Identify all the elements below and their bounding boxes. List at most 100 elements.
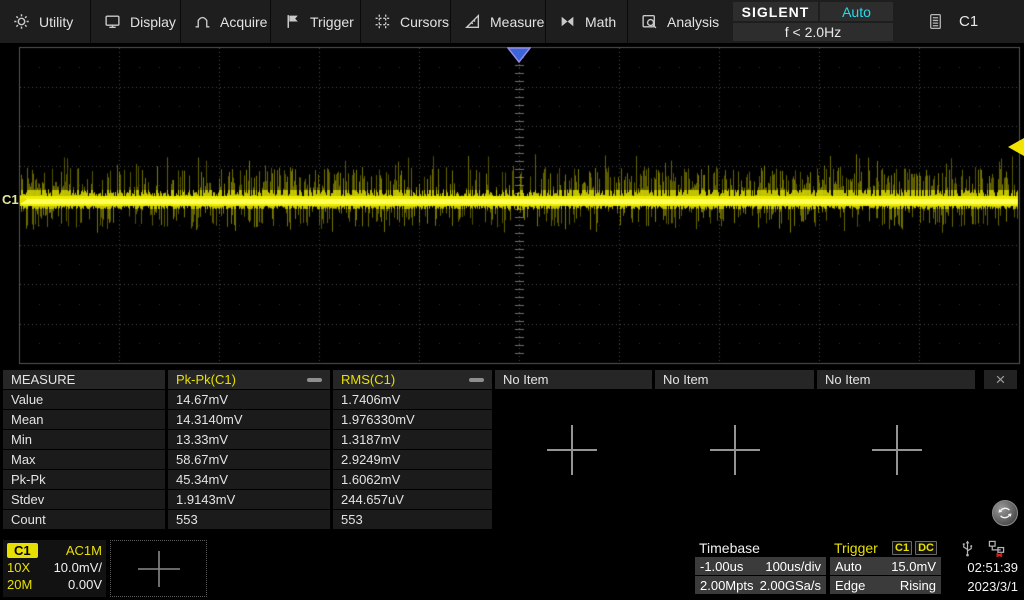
stat-value: 1.6062mV bbox=[333, 470, 492, 489]
timebase-panel[interactable]: Timebase -1.00us 100us/div 2.00Mpts 2.00… bbox=[695, 540, 826, 597]
siglent-logo: SIGLENT bbox=[733, 2, 818, 21]
plus-icon bbox=[136, 549, 182, 589]
stat-value: 58.67mV bbox=[168, 450, 330, 469]
menu-display[interactable]: Display bbox=[91, 0, 181, 43]
stat-label: Value bbox=[3, 390, 165, 409]
trigger-level: 15.0mV bbox=[891, 559, 936, 574]
stat-value: 553 bbox=[168, 510, 330, 529]
stat-label: Mean bbox=[3, 410, 165, 429]
measure-row-stdev: Stdev 1.9143mV 244.657uV bbox=[3, 490, 975, 509]
cursors-icon bbox=[374, 13, 391, 30]
measure-col-rms[interactable]: RMS(C1) bbox=[333, 370, 492, 389]
refresh-icon bbox=[997, 505, 1013, 521]
stat-value: 13.33mV bbox=[168, 430, 330, 449]
trigger-title: Trigger bbox=[834, 540, 878, 556]
close-icon[interactable]: × bbox=[984, 370, 1017, 389]
menu-trigger-label: Trigger bbox=[310, 14, 354, 30]
measure-row-count: Count 553 553 bbox=[3, 510, 975, 529]
timebase-scale: 100us/div bbox=[765, 559, 821, 574]
trigger-type: Edge bbox=[835, 578, 865, 593]
measure-col-empty-1[interactable]: No Item bbox=[495, 370, 652, 389]
acquisition-status-block[interactable]: SIGLENT Auto f < 2.0Hz bbox=[733, 2, 893, 41]
menu-utility[interactable]: Utility bbox=[0, 0, 91, 43]
measure-icon bbox=[464, 13, 481, 30]
add-measurement-button[interactable] bbox=[544, 422, 600, 478]
measure-row-value: Value 14.67mV 1.7406mV bbox=[3, 390, 975, 409]
menu-display-label: Display bbox=[130, 14, 176, 30]
trigger-slope: Rising bbox=[900, 578, 936, 593]
measure-header-row: MEASURE Pk-Pk(C1) RMS(C1) No Item No Ite… bbox=[3, 370, 975, 389]
channel-offset: 0.00V bbox=[68, 577, 102, 592]
trigger-source-badge: C1 bbox=[892, 541, 912, 555]
menu-bar: Utility Display Acquire Trigger Cursors … bbox=[0, 0, 1024, 43]
trigger-position-marker[interactable] bbox=[507, 47, 531, 63]
flag-icon bbox=[284, 13, 301, 30]
menu-trigger[interactable]: Trigger bbox=[271, 0, 361, 43]
measure-panel: MEASURE Pk-Pk(C1) RMS(C1) No Item No Ite… bbox=[3, 370, 975, 529]
measure-col-empty-3[interactable]: No Item bbox=[817, 370, 975, 389]
channel-marker-arrow-icon bbox=[20, 195, 27, 204]
channel-coupling: AC1M bbox=[66, 543, 102, 558]
measure-col-empty-2[interactable]: No Item bbox=[655, 370, 814, 389]
timebase-points: 2.00Mpts bbox=[700, 578, 753, 593]
menu-analysis-label: Analysis bbox=[667, 14, 719, 30]
stat-label: Stdev bbox=[3, 490, 165, 509]
trigger-frequency: f < 2.0Hz bbox=[733, 23, 893, 41]
stat-value: 14.3140mV bbox=[168, 410, 330, 429]
timebase-title: Timebase bbox=[699, 540, 760, 556]
menu-measure[interactable]: Measure bbox=[451, 0, 546, 43]
lan-disconnected-icon bbox=[988, 540, 1005, 557]
measure-col-pkpk[interactable]: Pk-Pk(C1) bbox=[168, 370, 330, 389]
timebase-delay: -1.00us bbox=[700, 559, 743, 574]
trigger-panel[interactable]: Trigger C1 DC Auto 15.0mV Edge Rising bbox=[830, 540, 941, 597]
add-measurement-button[interactable] bbox=[869, 422, 925, 478]
waveform-canvas[interactable] bbox=[0, 44, 1024, 368]
clock-time: 02:51:39 bbox=[938, 558, 1018, 577]
menu-utility-label: Utility bbox=[39, 14, 73, 30]
channel-info-box[interactable]: C1 AC1M 10X 10.0mV/ 20M 0.00V bbox=[3, 540, 106, 597]
stat-label: Max bbox=[3, 450, 165, 469]
stat-value: 45.34mV bbox=[168, 470, 330, 489]
measure-row-min: Min 13.33mV 1.3187mV bbox=[3, 430, 975, 449]
add-measurement-button[interactable] bbox=[707, 422, 763, 478]
gear-icon bbox=[13, 13, 30, 30]
stat-value: 244.657uV bbox=[333, 490, 492, 509]
menu-analysis[interactable]: Analysis bbox=[628, 0, 731, 43]
reset-statistics-button[interactable] bbox=[992, 500, 1018, 526]
usb-icon bbox=[960, 540, 975, 557]
add-channel-button[interactable] bbox=[110, 540, 207, 597]
remove-measurement-icon[interactable] bbox=[307, 378, 322, 382]
stat-value: 1.7406mV bbox=[333, 390, 492, 409]
measure-row-mean: Mean 14.3140mV 1.976330mV bbox=[3, 410, 975, 429]
channel-menu-label: C1 bbox=[959, 13, 978, 30]
stat-value: 1.976330mV bbox=[333, 410, 492, 429]
channel-scale: 10.0mV/ bbox=[54, 560, 102, 575]
channel-zero-level-marker[interactable]: C1 bbox=[2, 191, 27, 207]
remove-measurement-icon[interactable] bbox=[469, 378, 484, 382]
menu-measure-label: Measure bbox=[490, 14, 544, 30]
stat-label: Min bbox=[3, 430, 165, 449]
measure-title: MEASURE bbox=[3, 370, 165, 389]
acquire-icon bbox=[194, 13, 211, 30]
channel-probe: 10X bbox=[7, 560, 30, 575]
menu-cursors-label: Cursors bbox=[400, 14, 449, 30]
stat-value: 553 bbox=[333, 510, 492, 529]
measure-row-pkpk: Pk-Pk 45.34mV 1.6062mV bbox=[3, 470, 975, 489]
analysis-icon bbox=[641, 13, 658, 30]
math-icon bbox=[559, 13, 576, 30]
trigger-level-marker[interactable] bbox=[1008, 138, 1024, 156]
display-icon bbox=[104, 13, 121, 30]
stat-value: 1.3187mV bbox=[333, 430, 492, 449]
channel-tab: C1 bbox=[7, 543, 38, 558]
channel-settings-menu[interactable]: C1 bbox=[916, 0, 1024, 43]
menu-math[interactable]: Math bbox=[546, 0, 628, 43]
measure-row-max: Max 58.67mV 2.9249mV bbox=[3, 450, 975, 469]
stat-label: Pk-Pk bbox=[3, 470, 165, 489]
system-status-icons bbox=[960, 540, 1005, 557]
clock: 02:51:39 2023/3/1 bbox=[938, 558, 1018, 596]
menu-math-label: Math bbox=[585, 14, 616, 30]
menu-acquire[interactable]: Acquire bbox=[181, 0, 271, 43]
channel-bandwidth: 20M bbox=[7, 577, 32, 592]
menu-cursors[interactable]: Cursors bbox=[361, 0, 451, 43]
trigger-coupling-badge: DC bbox=[915, 541, 937, 555]
